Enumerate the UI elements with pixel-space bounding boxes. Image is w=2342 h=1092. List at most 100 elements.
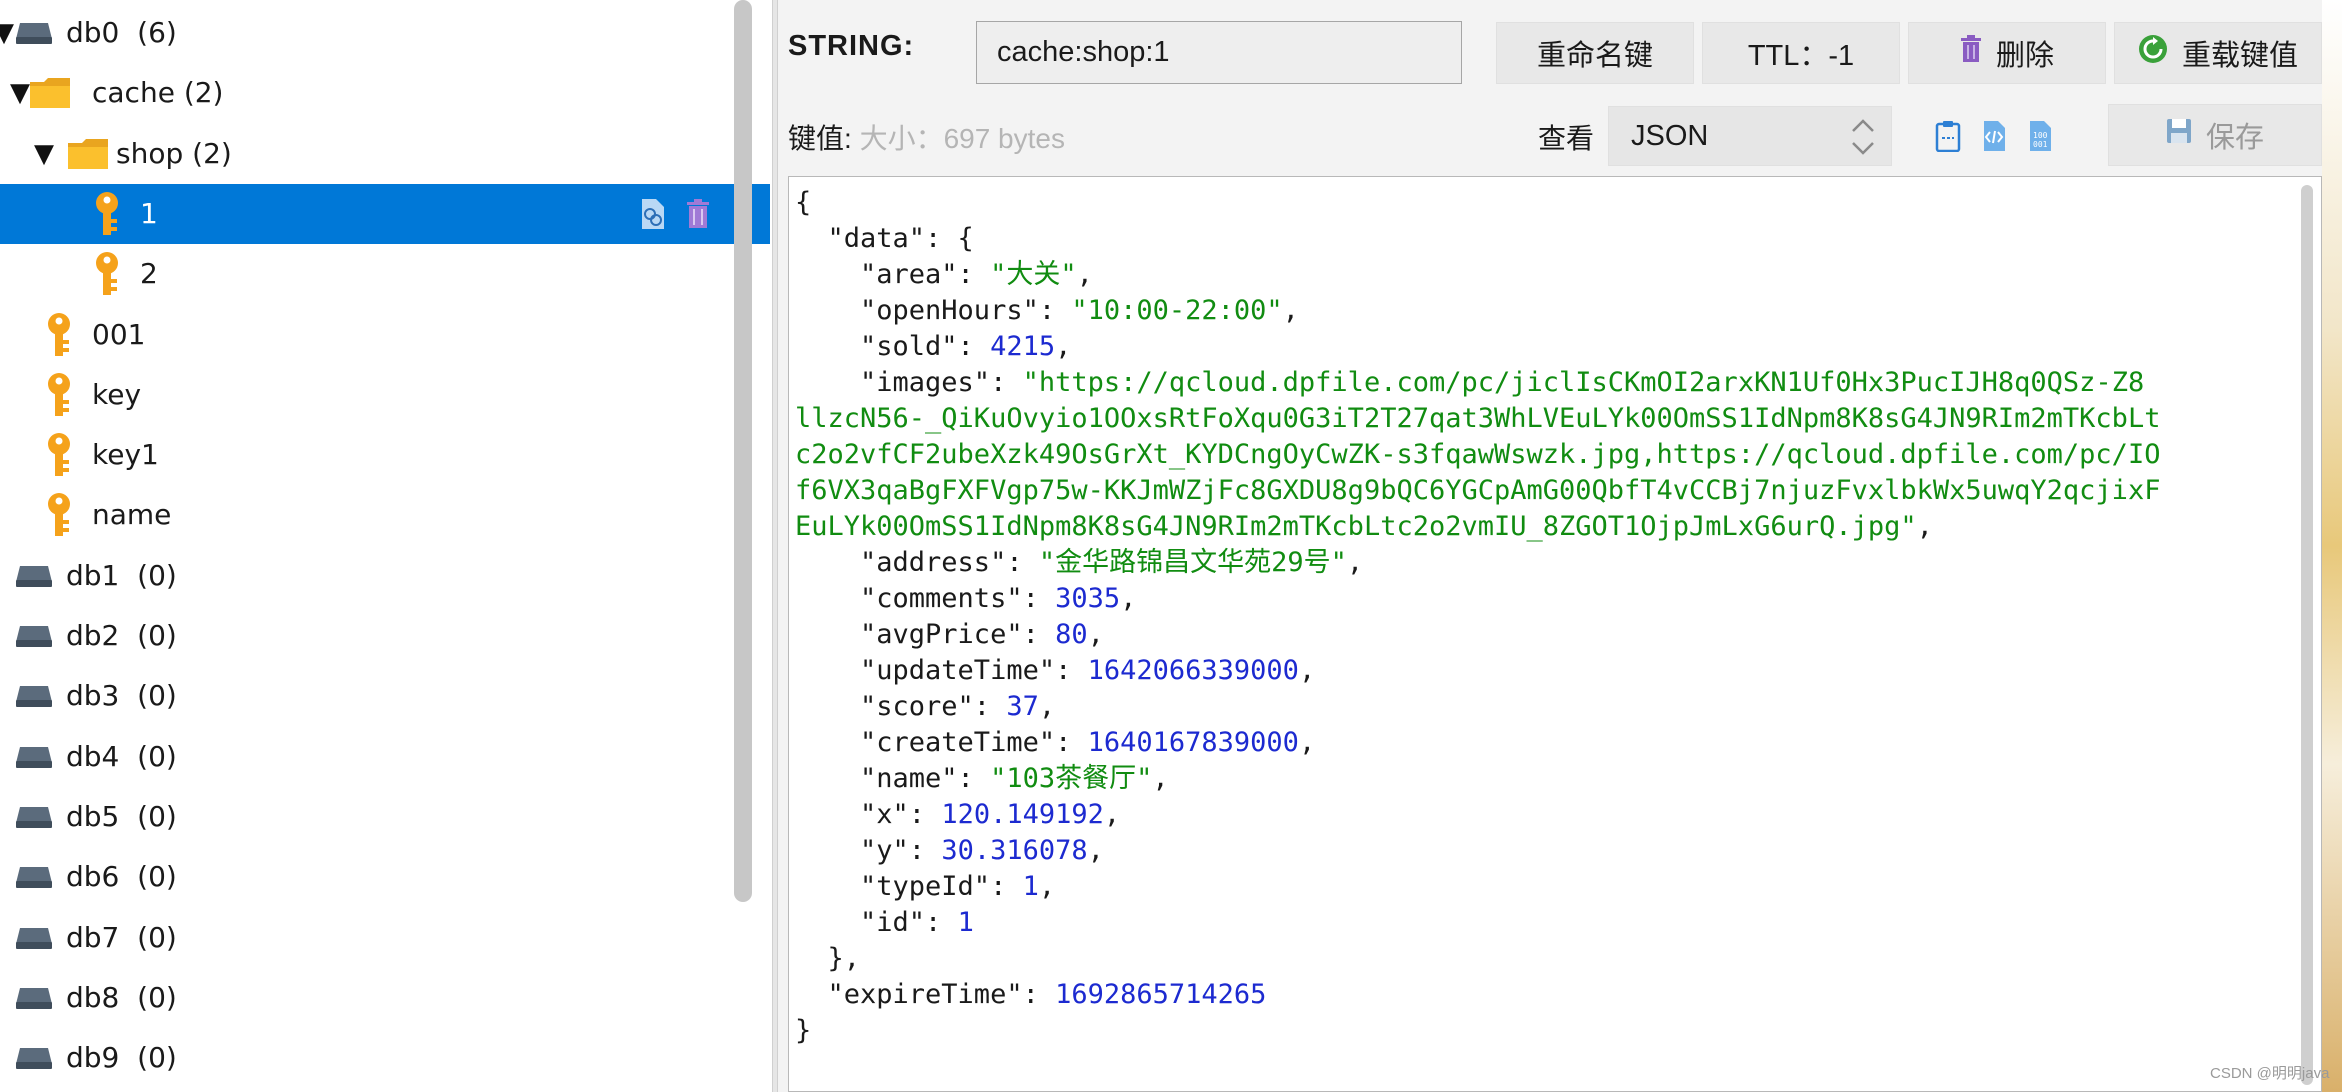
code-line: EuLYk00OmSS1IdNpm8K8sG4JN9RIm2mTKcbLtc2o…	[795, 511, 1933, 542]
reload-value-label: 重载键值	[2181, 40, 2298, 72]
copy-link-icon[interactable]	[640, 198, 666, 230]
tree-item-label: cache (2)	[92, 76, 224, 110]
tree-item-label: name	[92, 498, 172, 532]
tree-item-key[interactable]: key1	[0, 425, 770, 485]
value-detail-panel: STRING: cache:shop:1 重命名键 TTL：-1 删除 重载键值…	[778, 0, 2322, 1092]
save-label: 保存	[2205, 122, 2264, 154]
code-line: "score": 37,	[795, 691, 1056, 722]
database-icon	[14, 1028, 54, 1088]
expand-arrow-icon[interactable]: ▼	[10, 63, 30, 123]
save-button[interactable]: 保存	[2108, 104, 2322, 166]
tree-item-label: shop (2)	[116, 136, 232, 170]
database-icon	[14, 546, 54, 606]
key-icon	[44, 425, 74, 485]
tree-item-db[interactable]: db5 (0)	[0, 787, 770, 847]
code-line: "images": "https://qcloud.dpfile.com/pc/…	[795, 367, 2145, 398]
tree-item-key[interactable]: 2	[0, 244, 770, 304]
ttl-button[interactable]: TTL：-1	[1702, 22, 1900, 84]
tree-item-folder[interactable]: ▼ cache (2)	[0, 63, 770, 123]
tree-item-label: db2 (0)	[66, 619, 177, 652]
tree-item-db[interactable]: db7 (0)	[0, 908, 770, 968]
code-line: "avgPrice": 80,	[795, 619, 1104, 650]
folder-icon	[66, 124, 110, 184]
code-line: "typeId": 1,	[795, 871, 1056, 902]
key-icon	[44, 365, 74, 425]
expand-arrow-icon[interactable]: ▼	[34, 124, 54, 184]
key-name-field[interactable]: cache:shop:1	[976, 21, 1462, 84]
tree-item-label: 001	[92, 317, 146, 351]
folder-icon	[28, 63, 72, 123]
code-line: "expireTime": 1692865714265	[795, 979, 1267, 1010]
code-line: "data": {	[795, 223, 974, 254]
trash-icon	[1960, 35, 1982, 71]
tree-item-key[interactable]: 001	[0, 305, 770, 365]
code-line: "address": "金华路锦昌文华苑29号",	[795, 547, 1364, 578]
tree-item-db[interactable]: ▼ db0 (6)	[0, 3, 770, 63]
database-icon	[14, 666, 54, 726]
code-icon[interactable]	[1972, 112, 2016, 160]
code-line: "updateTime": 1642066339000,	[795, 655, 1316, 686]
code-line: },	[795, 943, 861, 974]
value-editor[interactable]: { "data": { "area": "大关", "openHours": "…	[788, 176, 2322, 1092]
value-label: 键值:	[788, 123, 852, 154]
reload-value-button[interactable]: 重载键值	[2114, 22, 2322, 84]
tree-item-key[interactable]: name	[0, 485, 770, 545]
svg-text:100: 100	[2033, 131, 2048, 140]
tree-item-key[interactable]: key	[0, 365, 770, 425]
tree-item-label: db9 (0)	[66, 1041, 177, 1075]
row-actions	[640, 184, 710, 244]
key-icon	[44, 305, 74, 365]
database-icon	[14, 3, 54, 63]
database-icon	[14, 847, 54, 907]
trash-icon[interactable]	[686, 198, 710, 229]
tree-item-db[interactable]: db3 (0)	[0, 666, 770, 726]
tree-item-db[interactable]: db6 (0)	[0, 847, 770, 907]
value-size-label: 大小：697 bytes	[859, 123, 1065, 154]
binary-icon[interactable]: 100 001	[2018, 112, 2062, 160]
tree-item-db[interactable]: db1 (0)	[0, 546, 770, 606]
code-line: "name": "103茶餐厅",	[795, 763, 1169, 794]
tree-item-label: db0 (6)	[66, 16, 177, 49]
database-icon	[14, 606, 54, 666]
background-window-edge	[2322, 0, 2342, 1092]
tree-item-db[interactable]: db9 (0)	[0, 1028, 770, 1088]
view-format-label: 查看	[1538, 123, 1595, 154]
key-icon	[92, 184, 122, 244]
database-icon	[14, 908, 54, 968]
database-icon	[14, 787, 54, 847]
delete-key-button[interactable]: 删除	[1908, 22, 2106, 84]
tree-item-label: 1	[140, 196, 158, 230]
key-tree-panel: ▼ db0 (6) ▼ cache (2) ▼ shop (2) 1 2 001 key key1 n…	[0, 0, 770, 1092]
editor-scrollbar-thumb[interactable]	[2301, 185, 2313, 1085]
ttl-label: TTL：-1	[1747, 40, 1855, 72]
tree-item-db[interactable]: db2 (0)	[0, 606, 770, 666]
database-icon	[14, 968, 54, 1028]
save-icon	[2166, 118, 2192, 152]
json-code-area: { "data": { "area": "大关", "openHours": "…	[795, 185, 2295, 1049]
tree-item-label: key	[92, 377, 142, 411]
key-type-label: STRING:	[788, 30, 915, 62]
tree-item-label: 2	[140, 257, 158, 291]
code-line: }	[795, 1015, 812, 1046]
key-icon	[92, 244, 122, 304]
tree-item-label: db3 (0)	[66, 679, 177, 713]
tree-scrollbar-thumb[interactable]	[734, 0, 752, 902]
code-line: "createTime": 1640167839000,	[795, 727, 1316, 758]
tree-item-key[interactable]: 1	[0, 183, 770, 244]
clipboard-icon[interactable]	[1926, 112, 1970, 160]
view-format-select[interactable]: JSON	[1608, 106, 1892, 166]
code-line: "area": "大关",	[795, 259, 1093, 290]
key-icon	[44, 485, 74, 545]
code-line: f6VX3qaBgFXFVgp75w-KKJmWZjFc8GXDU8g9bQC6…	[795, 475, 2161, 506]
tree-item-db[interactable]: db4 (0)	[0, 727, 770, 787]
database-icon	[14, 727, 54, 787]
tree-item-folder[interactable]: ▼ shop (2)	[0, 124, 770, 184]
code-line: "y": 30.316078,	[795, 835, 1104, 866]
tree-item-db[interactable]: db8 (0)	[0, 968, 770, 1028]
rename-key-button[interactable]: 重命名键	[1496, 22, 1694, 84]
code-line: "comments": 3035,	[795, 583, 1137, 614]
expand-arrow-icon[interactable]: ▼	[0, 3, 14, 63]
tree-item-label: db4 (0)	[66, 739, 177, 773]
code-line: {	[795, 187, 812, 218]
code-line: "openHours": "10:00-22:00",	[795, 295, 1299, 326]
